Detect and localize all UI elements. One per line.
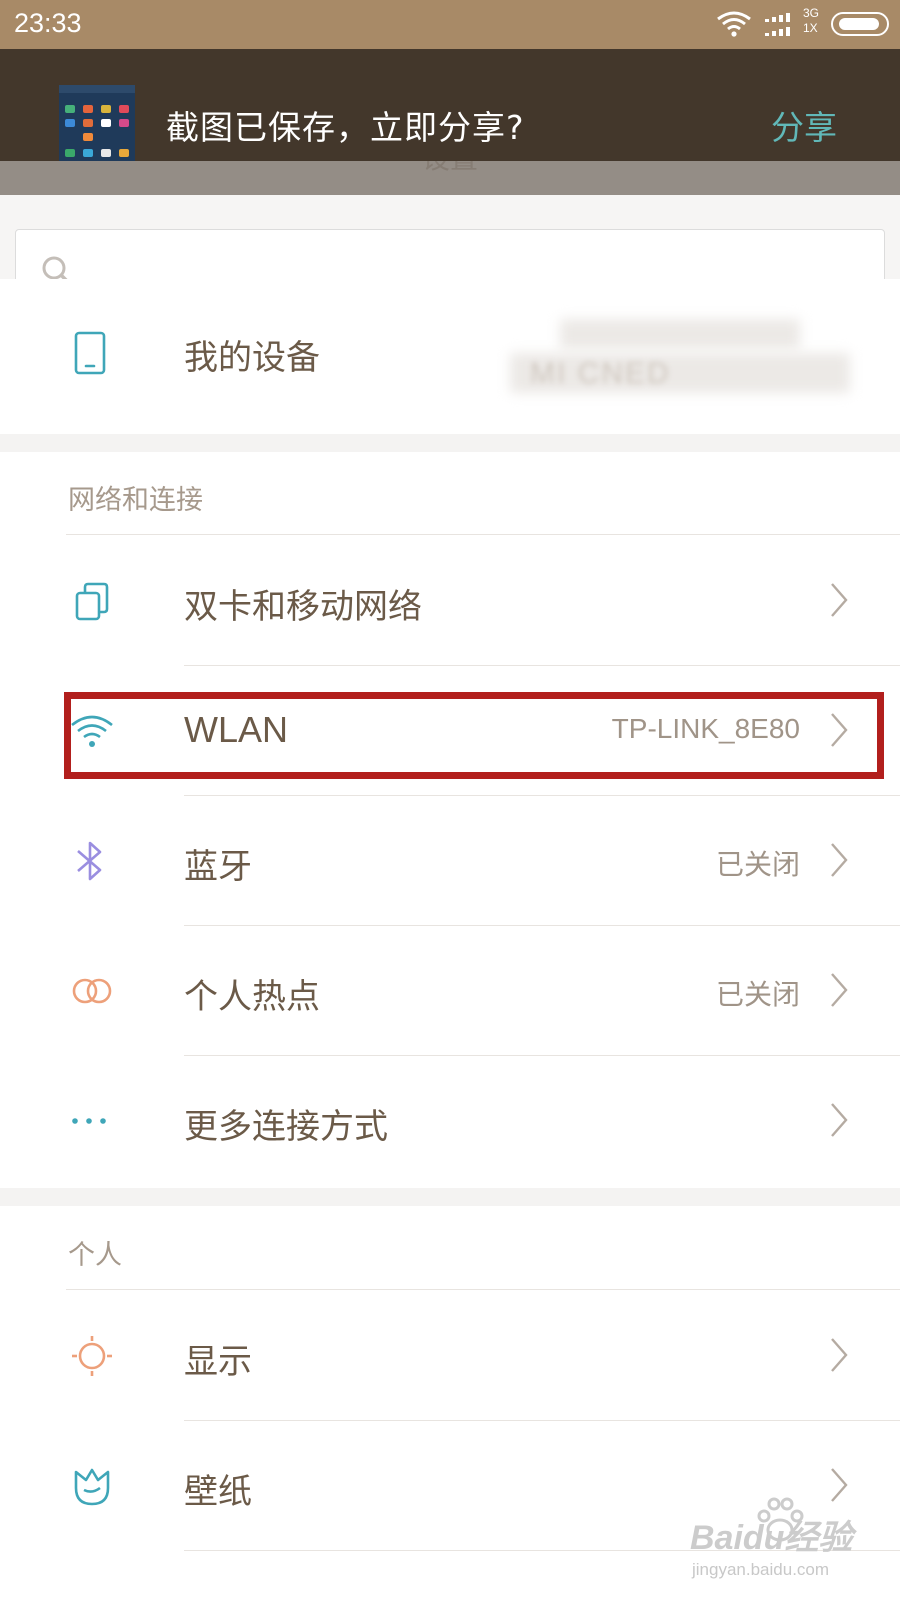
list-item-wlan[interactable]: WLAN TP-LINK_8E80	[0, 665, 900, 795]
redacted-block	[560, 319, 800, 349]
list-item-label: WLAN	[184, 709, 289, 750]
toast-message: 截图已保存，立即分享?	[166, 108, 525, 147]
screenshot-thumbnail[interactable]	[59, 85, 135, 161]
watermark-brand: Baidu经验	[690, 1519, 853, 1557]
battery-icon	[831, 12, 889, 36]
sim-cards-icon	[75, 582, 109, 621]
more-dots-icon	[72, 1118, 106, 1124]
section-header-personal: 个人	[68, 1240, 122, 1271]
chevron-right-icon	[831, 1103, 848, 1137]
network-type: 3G 1X	[803, 6, 819, 36]
wallpaper-tulip-icon	[74, 1468, 110, 1506]
list-item-label: 双卡和移动网络	[184, 587, 422, 627]
wifi-icon	[71, 715, 113, 747]
list-item-bluetooth[interactable]: 蓝牙 已关闭	[0, 795, 900, 925]
list-item-hotspot[interactable]: 个人热点 已关闭	[0, 925, 900, 1055]
list-item-label: 壁纸	[184, 1472, 252, 1512]
list-item-label: 显示	[184, 1342, 252, 1382]
screenshot-toast: 截图已保存，立即分享? 分享	[0, 49, 900, 161]
list-item-label: 更多连接方式	[184, 1107, 388, 1147]
wifi-status-icon	[717, 11, 751, 37]
section-gap	[0, 434, 900, 452]
status-time: 23:33	[14, 8, 82, 38]
list-item-value: 已关闭	[715, 979, 800, 1010]
my-device-label: 我的设备	[184, 338, 320, 378]
device-value-redacted: MI CNED	[530, 357, 671, 390]
status-bar: 23:33 3G 1X	[0, 0, 900, 49]
network-type-top: 3G	[803, 6, 820, 20]
chevron-right-icon	[831, 843, 848, 877]
list-item-more-connections[interactable]: 更多连接方式	[0, 1055, 900, 1185]
list-item-value: 已关闭	[715, 849, 800, 880]
toast-shadow	[0, 161, 900, 195]
watermark-url: jingyan.baidu.com	[692, 1560, 830, 1579]
chevron-right-icon	[831, 973, 848, 1007]
section-gap	[0, 1188, 900, 1206]
my-device-row[interactable]: 我的设备 MI CNED	[0, 279, 900, 434]
list-item-label: 个人热点	[184, 977, 320, 1017]
baidu-watermark: Baidu经验 jingyan.baidu.com	[690, 1492, 880, 1592]
bluetooth-icon	[77, 841, 102, 881]
section-header-network: 网络和连接	[68, 485, 203, 516]
signal-icon	[765, 13, 790, 36]
display-sun-icon	[72, 1336, 112, 1376]
share-button[interactable]: 分享	[771, 101, 837, 149]
hotspot-icon	[72, 978, 112, 1004]
chevron-right-icon	[831, 1338, 848, 1372]
phone-device-icon	[74, 331, 106, 375]
chevron-right-icon	[831, 583, 848, 617]
list-item-label: 蓝牙	[184, 847, 252, 887]
list-item-value: TP-LINK_8E80	[611, 713, 800, 744]
list-item-display[interactable]: 显示	[0, 1290, 900, 1420]
chevron-right-icon	[831, 713, 848, 747]
network-type-bottom: 1X	[803, 21, 818, 35]
list-item-dual-sim[interactable]: 双卡和移动网络	[0, 535, 900, 665]
